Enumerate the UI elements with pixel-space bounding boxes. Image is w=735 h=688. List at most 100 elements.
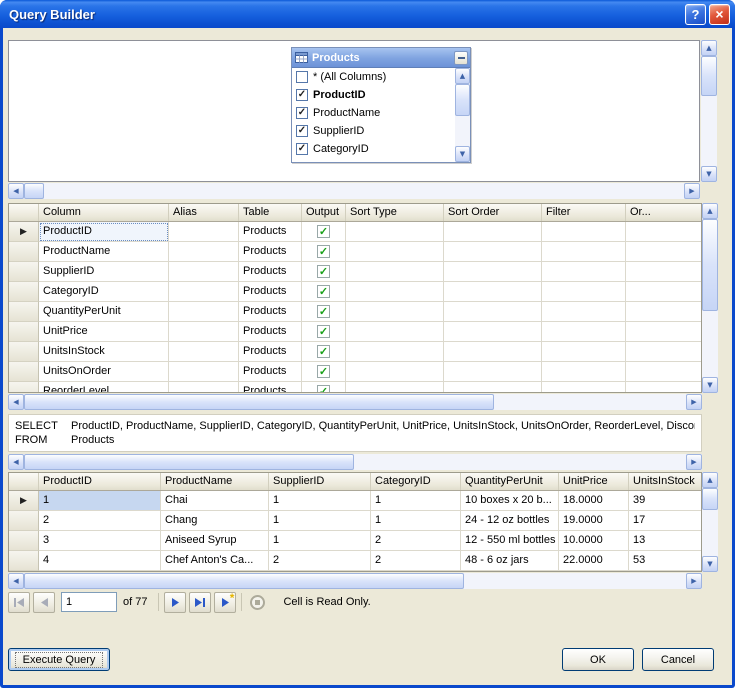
results-header-quantityperunit[interactable]: QuantityPerUnit (461, 473, 559, 490)
record-position-input[interactable] (61, 592, 117, 612)
criteria-cell-or[interactable] (626, 342, 702, 362)
results-cell[interactable]: 1 (269, 531, 371, 551)
criteria-header-sortorder[interactable]: Sort Order (444, 204, 542, 221)
output-checkbox[interactable]: ✓ (317, 225, 330, 238)
criteria-cell-sort_type[interactable] (346, 302, 444, 322)
criteria-header-sorttype[interactable]: Sort Type (346, 204, 444, 221)
scroll-thumb[interactable] (24, 394, 494, 410)
results-cell[interactable]: 48 - 6 oz jars (461, 551, 559, 571)
criteria-cell-column[interactable]: ReorderLevel (39, 382, 169, 393)
criteria-header-filter[interactable]: Filter (542, 204, 626, 221)
criteria-header-output[interactable]: Output (302, 204, 346, 221)
diagram-hscrollbar[interactable]: ◀▶ (8, 183, 700, 199)
criteria-cell-sort_order[interactable] (444, 302, 542, 322)
output-checkbox[interactable]: ✓ (317, 325, 330, 338)
output-checkbox[interactable]: ✓ (317, 365, 330, 378)
scroll-down-button[interactable]: ▼ (455, 146, 470, 162)
scroll-down-button[interactable]: ▼ (702, 556, 718, 572)
move-last-button[interactable] (189, 592, 211, 613)
ok-button[interactable]: OK (562, 648, 634, 671)
sql-hscrollbar[interactable]: ◀▶ (8, 454, 702, 470)
products-table-window[interactable]: Products * (All Columns)✓ProductID✓Produ… (291, 47, 471, 163)
collapse-table-button[interactable] (454, 51, 468, 65)
diagram-column-item[interactable]: ✓ProductID (292, 86, 455, 104)
criteria-cell-output[interactable]: ✓ (302, 362, 346, 382)
diagram-column-item[interactable]: * (All Columns) (292, 68, 455, 86)
criteria-cell-table[interactable]: Products (239, 262, 302, 282)
results-cell[interactable]: 4 (39, 551, 161, 571)
cancel-button[interactable]: Cancel (642, 648, 714, 671)
results-cell[interactable]: 10.0000 (559, 531, 629, 551)
execute-query-button[interactable]: Execute Query (8, 648, 110, 671)
criteria-cell-filter[interactable] (542, 282, 626, 302)
diagram-column-item[interactable]: ✓CategoryID (292, 140, 455, 158)
scroll-track[interactable] (702, 488, 718, 556)
criteria-cell-column[interactable]: UnitPrice (39, 322, 169, 342)
results-header-selector[interactable] (9, 473, 39, 490)
criteria-cell-sort_order[interactable] (444, 242, 542, 262)
results-header-unitsinstock[interactable]: UnitsInStock (629, 473, 702, 490)
scroll-thumb[interactable] (701, 56, 717, 96)
criteria-cell-column[interactable]: QuantityPerUnit (39, 302, 169, 322)
output-checkbox[interactable]: ✓ (317, 265, 330, 278)
results-cell[interactable]: 22.0000 (559, 551, 629, 571)
criteria-cell-alias[interactable] (169, 362, 239, 382)
diagram-column-item[interactable]: ✓ProductName (292, 104, 455, 122)
criteria-cell-or[interactable] (626, 362, 702, 382)
row-selector[interactable] (9, 382, 39, 393)
row-selector[interactable] (9, 511, 39, 531)
column-checkbox[interactable]: ✓ (296, 125, 308, 137)
results-cell[interactable]: 1 (371, 491, 461, 511)
criteria-cell-alias[interactable] (169, 382, 239, 393)
criteria-cell-or[interactable] (626, 282, 702, 302)
criteria-cell-column[interactable]: UnitsOnOrder (39, 362, 169, 382)
results-cell[interactable]: Chai (161, 491, 269, 511)
criteria-grid[interactable]: ColumnAliasTableOutputSort TypeSort Orde… (8, 203, 702, 393)
results-cell[interactable]: 2 (371, 531, 461, 551)
criteria-header-table[interactable]: Table (239, 204, 302, 221)
titlebar[interactable]: Query Builder ? × (0, 0, 735, 28)
help-button[interactable]: ? (685, 4, 706, 25)
scroll-down-button[interactable]: ▼ (702, 377, 718, 393)
criteria-cell-table[interactable]: Products (239, 322, 302, 342)
scroll-up-button[interactable]: ▲ (455, 68, 470, 84)
criteria-cell-or[interactable] (626, 242, 702, 262)
cancel-query-button[interactable] (247, 592, 268, 613)
criteria-cell-column[interactable]: UnitsInStock (39, 342, 169, 362)
scroll-left-button[interactable]: ◀ (8, 573, 24, 589)
criteria-cell-table[interactable]: Products (239, 282, 302, 302)
criteria-cell-sort_type[interactable] (346, 322, 444, 342)
criteria-cell-sort_type[interactable] (346, 282, 444, 302)
criteria-cell-sort_type[interactable] (346, 242, 444, 262)
criteria-cell-column[interactable]: SupplierID (39, 262, 169, 282)
scroll-thumb[interactable] (455, 84, 470, 116)
results-cell[interactable]: Aniseed Syrup (161, 531, 269, 551)
scroll-left-button[interactable]: ◀ (8, 394, 24, 410)
scroll-thumb[interactable] (24, 454, 354, 470)
column-checkbox[interactable]: ✓ (296, 89, 308, 101)
criteria-cell-output[interactable]: ✓ (302, 242, 346, 262)
criteria-cell-sort_type[interactable] (346, 342, 444, 362)
row-selector[interactable] (9, 362, 39, 382)
criteria-cell-output[interactable]: ✓ (302, 302, 346, 322)
row-selector[interactable] (9, 262, 39, 282)
row-selector[interactable]: ▶ (9, 491, 39, 511)
diagram-pane[interactable]: Products * (All Columns)✓ProductID✓Produ… (8, 40, 700, 182)
results-cell[interactable]: Chang (161, 511, 269, 531)
scroll-track[interactable] (24, 454, 686, 470)
results-header-supplierid[interactable]: SupplierID (269, 473, 371, 490)
criteria-cell-or[interactable] (626, 382, 702, 393)
criteria-cell-sort_order[interactable] (444, 222, 542, 242)
criteria-header-or[interactable]: Or... (626, 204, 702, 221)
move-next-button[interactable] (164, 592, 186, 613)
scroll-track[interactable] (24, 394, 686, 410)
criteria-cell-table[interactable]: Products (239, 222, 302, 242)
criteria-cell-filter[interactable] (542, 262, 626, 282)
add-new-record-button[interactable]: * (214, 592, 236, 613)
criteria-cell-column[interactable]: CategoryID (39, 282, 169, 302)
criteria-header-alias[interactable]: Alias (169, 204, 239, 221)
criteria-cell-alias[interactable] (169, 342, 239, 362)
scroll-up-button[interactable]: ▲ (701, 40, 717, 56)
diagram-vscrollbar[interactable]: ▲▼ (701, 40, 717, 182)
move-previous-button[interactable] (33, 592, 55, 613)
